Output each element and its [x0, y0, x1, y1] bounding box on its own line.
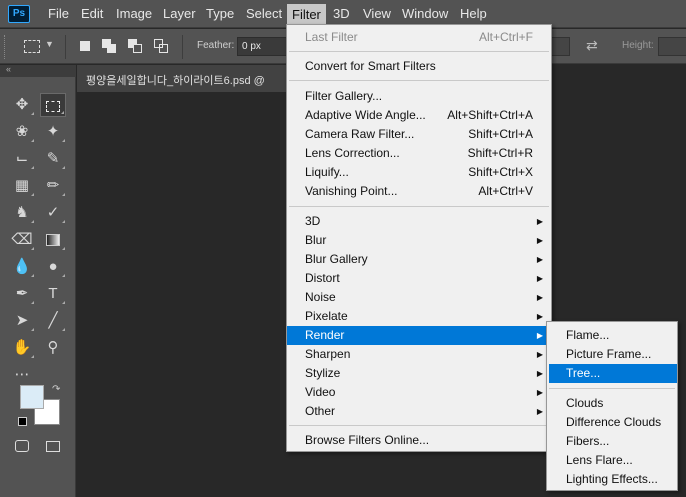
menu-item-liquify[interactable]: Liquify... Shift+Ctrl+X	[287, 163, 551, 182]
foreground-color-swatch[interactable]	[20, 385, 44, 409]
submenu-arrow-icon: ▶	[536, 236, 543, 245]
default-colors-icon[interactable]	[18, 417, 27, 426]
menu-select[interactable]: Select	[246, 0, 282, 28]
submenu-arrow-icon: ▶	[536, 312, 543, 321]
menu-item-last-filter[interactable]: Last Filter Alt+Ctrl+F	[287, 28, 551, 47]
line-icon[interactable]: ╱	[40, 309, 66, 333]
divider	[65, 35, 66, 59]
lasso-icon[interactable]: ❀	[9, 120, 35, 144]
height-label: Height:	[622, 40, 654, 51]
move-tool-icon[interactable]: ✥	[9, 93, 35, 117]
menu-item-3d[interactable]: 3D ▶	[287, 212, 551, 231]
submenu-item-lens-flare[interactable]: Lens Flare...	[549, 451, 677, 470]
subtract-from-selection-icon[interactable]	[128, 39, 142, 53]
submenu-arrow-icon: ▶	[536, 369, 543, 378]
menu-item-stylize[interactable]: Stylize ▶	[287, 364, 551, 383]
menu-item-render[interactable]: Render ▶	[287, 326, 551, 345]
path-selection-icon[interactable]: ➤	[9, 309, 35, 333]
hand-icon[interactable]: ✋	[9, 336, 35, 360]
options-bar-grip[interactable]	[4, 35, 7, 59]
submenu-arrow-icon: ▶	[536, 217, 543, 226]
document-tab[interactable]: 평양을세일합니다_하이라이트6.psd @	[77, 65, 287, 92]
more-tools-icon[interactable]: ⋯	[9, 363, 35, 387]
submenu-arrow-icon: ▶	[536, 255, 543, 264]
crop-icon[interactable]: ⌙	[9, 147, 35, 171]
menu-separator	[549, 388, 675, 389]
submenu-item-lighting-effects[interactable]: Lighting Effects...	[549, 470, 677, 489]
submenu-arrow-icon: ▶	[536, 407, 543, 416]
feather-input[interactable]: 0 px	[237, 37, 287, 56]
menu-type[interactable]: Type	[206, 0, 234, 28]
new-selection-icon[interactable]	[78, 39, 92, 53]
submenu-item-clouds[interactable]: Clouds	[549, 394, 677, 413]
menu-separator	[289, 206, 549, 207]
menu-item-vanishing-point[interactable]: Vanishing Point... Alt+Ctrl+V	[287, 182, 551, 201]
intersect-selection-icon[interactable]	[154, 39, 168, 53]
menu-item-convert-smart-filters[interactable]: Convert for Smart Filters	[287, 57, 551, 76]
clone-stamp-icon[interactable]: ♞	[9, 201, 35, 225]
menu-separator	[289, 51, 549, 52]
submenu-arrow-icon: ▶	[536, 350, 543, 359]
menu-separator	[289, 80, 549, 81]
eyedropper-icon[interactable]: ✎	[40, 147, 66, 171]
submenu-item-flame[interactable]: Flame...	[549, 326, 677, 345]
menu-edit[interactable]: Edit	[81, 0, 103, 28]
tools-panel: ✥ ❀ ✦ ⌙ ✎ ▦ ✏ ♞ ✓ ⌫ 💧 ● ✒ T ➤ ╱ ✋ ⚲ ⋯ ↷	[0, 77, 76, 497]
submenu-item-fibers[interactable]: Fibers...	[549, 432, 677, 451]
menu-item-distort[interactable]: Distort ▶	[287, 269, 551, 288]
tools-panel-header: «	[0, 64, 76, 77]
menu-item-adaptive-wide-angle[interactable]: Adaptive Wide Angle... Alt+Shift+Ctrl+A	[287, 106, 551, 125]
menu-image[interactable]: Image	[116, 0, 152, 28]
menu-item-blur-gallery[interactable]: Blur Gallery ▶	[287, 250, 551, 269]
filter-menu-dropdown: Last Filter Alt+Ctrl+F Convert for Smart…	[286, 24, 552, 452]
menu-item-lens-correction[interactable]: Lens Correction... Shift+Ctrl+R	[287, 144, 551, 163]
menu-item-noise[interactable]: Noise ▶	[287, 288, 551, 307]
submenu-arrow-icon: ▶	[536, 293, 543, 302]
submenu-arrow-icon: ▶	[536, 331, 543, 340]
menu-layer[interactable]: Layer	[163, 0, 196, 28]
collapse-panel-icon[interactable]: «	[6, 64, 11, 74]
menu-item-pixelate[interactable]: Pixelate ▶	[287, 307, 551, 326]
tool-preset-marquee-icon[interactable]	[24, 40, 40, 53]
menu-item-other[interactable]: Other ▶	[287, 402, 551, 421]
pen-icon[interactable]: ✒	[9, 282, 35, 306]
add-to-selection-icon[interactable]	[102, 39, 116, 53]
submenu-item-tree[interactable]: Tree...	[549, 364, 677, 383]
swap-colors-icon[interactable]: ↷	[52, 384, 60, 395]
menu-item-browse-filters-online[interactable]: Browse Filters Online...	[287, 431, 551, 450]
tool-preset-chevron-down-icon[interactable]: ▼	[45, 39, 54, 49]
type-icon[interactable]: T	[40, 282, 66, 306]
rectangular-marquee-icon[interactable]	[40, 93, 66, 117]
menu-item-filter-gallery[interactable]: Filter Gallery...	[287, 87, 551, 106]
divider	[182, 35, 183, 59]
gradient-icon[interactable]	[40, 228, 66, 252]
menu-item-sharpen[interactable]: Sharpen ▶	[287, 345, 551, 364]
eraser-icon[interactable]: ⌫	[9, 228, 35, 252]
submenu-arrow-icon: ▶	[536, 388, 543, 397]
menu-file[interactable]: File	[48, 0, 69, 28]
submenu-item-difference-clouds[interactable]: Difference Clouds	[549, 413, 677, 432]
menu-item-camera-raw-filter[interactable]: Camera Raw Filter... Shift+Ctrl+A	[287, 125, 551, 144]
history-brush-icon[interactable]: ✓	[40, 201, 66, 225]
photoshop-logo-icon[interactable]: Ps	[8, 5, 30, 23]
menu-item-video[interactable]: Video ▶	[287, 383, 551, 402]
zoom-icon[interactable]: ⚲	[40, 336, 66, 360]
quick-mask-icon[interactable]	[9, 434, 35, 458]
menu-filter[interactable]: Filter	[287, 4, 326, 26]
dodge-icon[interactable]: ●	[40, 255, 66, 279]
height-field[interactable]	[658, 37, 686, 56]
screen-mode-icon[interactable]	[40, 434, 66, 458]
brush-icon[interactable]: ✏	[40, 174, 66, 198]
submenu-arrow-icon: ▶	[536, 274, 543, 283]
menu-item-blur[interactable]: Blur ▶	[287, 231, 551, 250]
document-tab-title: 평양을세일합니다_하이라이트6.psd @	[86, 75, 265, 87]
feather-label: Feather:	[197, 40, 235, 51]
submenu-item-picture-frame[interactable]: Picture Frame...	[549, 345, 677, 364]
render-submenu: Flame... Picture Frame... Tree... Clouds…	[546, 321, 678, 491]
blur-icon[interactable]: 💧	[9, 255, 35, 279]
frame-icon[interactable]: ▦	[9, 174, 35, 198]
menu-separator	[289, 425, 549, 426]
swap-width-height-icon[interactable]: ⇄	[586, 37, 598, 54]
magic-wand-icon[interactable]: ✦	[40, 120, 66, 144]
